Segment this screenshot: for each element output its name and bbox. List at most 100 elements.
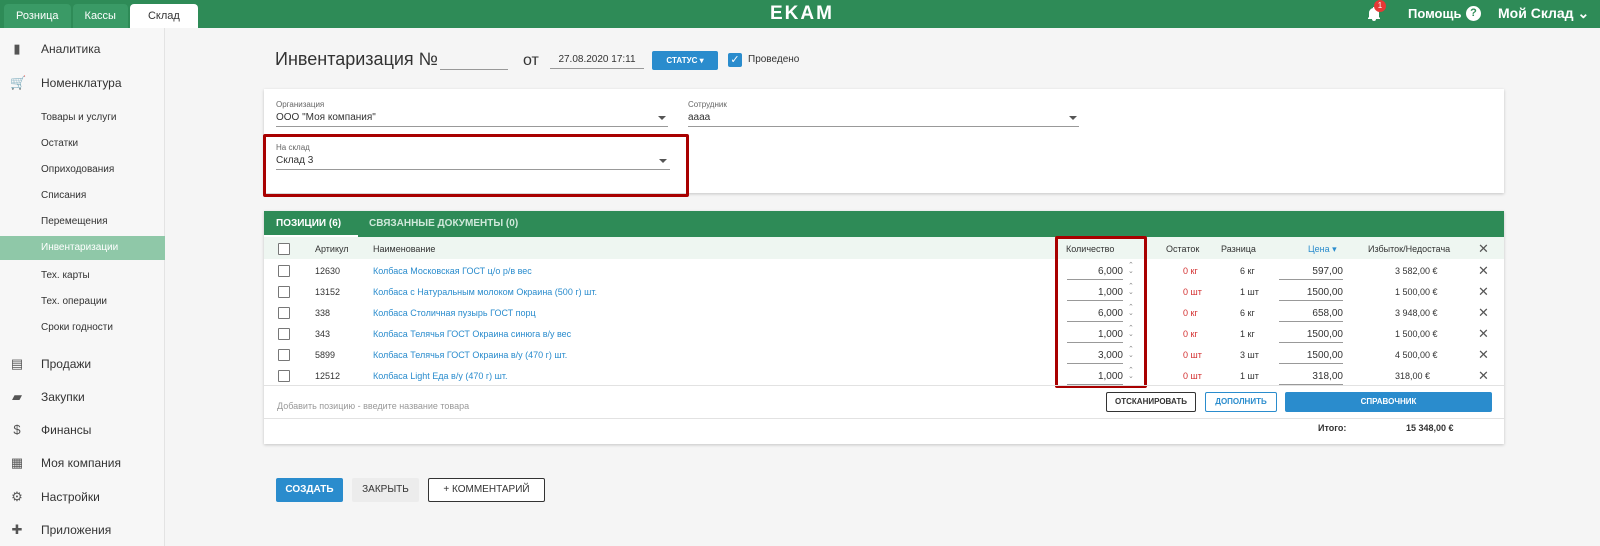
clear-all-icon[interactable]: ✕ (1478, 241, 1489, 257)
row-checkbox[interactable] (278, 328, 290, 340)
row-rest: 0 кг (1183, 329, 1198, 339)
gear-icon: ⚙ (11, 489, 23, 504)
account-menu[interactable]: Мой Склад ⌄ (1498, 5, 1589, 22)
delete-row-icon[interactable]: ✕ (1478, 284, 1489, 300)
row-name-link[interactable]: Колбаса Телячья ГОСТ Окраина в/у (470 г)… (373, 350, 567, 360)
sidebar-item-label: Финансы (41, 423, 92, 437)
col-name: Наименование (373, 244, 436, 254)
delete-row-icon[interactable]: ✕ (1478, 326, 1489, 342)
price-input[interactable]: 318,00 (1279, 371, 1343, 385)
posted-label: Проведено (748, 54, 800, 65)
row-checkbox[interactable] (278, 265, 290, 277)
caret-down-icon: ▾ (699, 56, 704, 65)
sidebar-sub-writeoffs[interactable]: Списания (0, 184, 165, 208)
sidebar-item-purchases[interactable]: ▰ Закупки (0, 388, 165, 406)
row-rest: 0 шт (1183, 350, 1202, 360)
status-button[interactable]: СТАТУС ▾ (652, 51, 718, 70)
price-input[interactable]: 658,00 (1279, 308, 1343, 322)
from-label: от (523, 52, 539, 69)
doc-number-field[interactable] (440, 69, 508, 70)
plus-icon: + (443, 484, 450, 495)
sidebar-sub-receipts[interactable]: Оприходования (0, 158, 165, 182)
price-input[interactable]: 597,00 (1279, 266, 1343, 280)
row-name-link[interactable]: Колбаса с Натуральным молоком Окраина (5… (373, 287, 597, 297)
delete-row-icon[interactable]: ✕ (1478, 368, 1489, 384)
price-input[interactable]: 1500,00 (1279, 350, 1343, 364)
employee-select[interactable]: аааа (688, 112, 1079, 127)
sidebar-item-company[interactable]: ▦ Моя компания (0, 454, 165, 472)
org-select[interactable]: ООО "Моя компания" (276, 112, 668, 127)
create-button[interactable]: СОЗДАТЬ (276, 478, 343, 502)
tab-warehouse[interactable]: Склад (129, 4, 198, 28)
row-name-link[interactable]: Колбаса Московская ГОСТ ц/о р/в вес (373, 266, 532, 276)
delete-row-icon[interactable]: ✕ (1478, 263, 1489, 279)
store-icon: ▤ (10, 356, 24, 371)
sidebar-sub-goods[interactable]: Товары и услуги (0, 106, 165, 130)
help-icon[interactable]: ? (1466, 6, 1481, 21)
sidebar-item-settings[interactable]: ⚙ Настройки (0, 488, 165, 506)
col-article: Артикул (315, 244, 349, 254)
tab-related-docs[interactable]: СВЯЗАННЫЕ ДОКУМЕНТЫ (0) (369, 211, 518, 237)
row-checkbox[interactable] (278, 307, 290, 319)
sidebar-sub-tech-ops[interactable]: Тех. операции (0, 290, 165, 314)
col-price[interactable]: Цена ▾ (1308, 244, 1337, 255)
row-article: 5899 (315, 350, 336, 360)
row-checkbox[interactable] (278, 286, 290, 298)
sidebar-item-sales[interactable]: ▤ Продажи (0, 355, 165, 373)
building-icon: ▦ (10, 455, 24, 470)
date-field[interactable]: 27.08.2020 17:11 (550, 54, 644, 69)
row-surplus: 1 500,00 € (1395, 287, 1438, 297)
sidebar-sub-inventory[interactable]: Инвентаризации (0, 236, 165, 260)
row-name-link[interactable]: Колбаса Телячья ГОСТ Окраина синюга в/у … (373, 329, 571, 339)
tab-retail[interactable]: Розница (4, 4, 71, 28)
price-input[interactable]: 1500,00 (1279, 329, 1343, 343)
help-link[interactable]: Помощь (1408, 6, 1461, 21)
logo: EKAM (770, 3, 834, 24)
row-name-link[interactable]: Колбаса Light Еда в/у (470 г) шт. (373, 371, 507, 381)
tab-cash[interactable]: Кассы (72, 4, 128, 28)
delete-row-icon[interactable]: ✕ (1478, 305, 1489, 321)
row-rest: 0 шт (1183, 371, 1202, 381)
row-rest: 0 шт (1183, 287, 1202, 297)
row-surplus: 3 948,00 € (1395, 308, 1438, 318)
row-article: 13152 (315, 287, 341, 297)
posted-checkbox[interactable]: ✓ (728, 53, 742, 67)
sidebar-sub-tech-cards[interactable]: Тех. карты (0, 264, 165, 288)
sidebar-item-label: Приложения (41, 523, 112, 537)
select-all-checkbox[interactable] (278, 243, 290, 255)
row-diff: 1 кг (1240, 329, 1255, 339)
row-checkbox[interactable] (278, 349, 290, 361)
tab-positions[interactable]: ПОЗИЦИИ (6) (276, 211, 341, 237)
highlight-box (1055, 236, 1147, 388)
sidebar-sub-expiry[interactable]: Сроки годности (0, 316, 165, 340)
comment-label: КОММЕНТАРИЙ (452, 484, 530, 495)
sidebar-item-label: Аналитика (41, 42, 101, 56)
row-checkbox[interactable] (278, 370, 290, 382)
sidebar-item-analytics[interactable]: ▮ Аналитика (0, 40, 165, 58)
sidebar-sub-transfers[interactable]: Перемещения (0, 210, 165, 234)
sidebar-item-finance[interactable]: $ Финансы (0, 421, 165, 439)
sidebar-item-apps[interactable]: ✚ Приложения (0, 521, 165, 539)
chevron-down-icon (658, 116, 666, 120)
sidebar-sub-stock[interactable]: Остатки (0, 132, 165, 156)
highlight-box (263, 134, 689, 197)
close-button[interactable]: ЗАКРЫТЬ (352, 478, 419, 502)
price-input[interactable]: 1500,00 (1279, 287, 1343, 301)
sidebar-item-nomenclature[interactable]: 🛒 Номенклатура (0, 74, 165, 92)
row-surplus: 1 500,00 € (1395, 329, 1438, 339)
catalog-button[interactable]: СПРАВОЧНИК (1285, 392, 1492, 412)
delete-row-icon[interactable]: ✕ (1478, 347, 1489, 363)
row-name-link[interactable]: Колбаса Столичная пузырь ГОСТ порц (373, 308, 536, 318)
row-article: 343 (315, 329, 331, 339)
divider (264, 385, 1504, 386)
scan-button[interactable]: ОТСКАНИРОВАТЬ (1106, 392, 1196, 412)
chart-icon: ▮ (13, 41, 21, 56)
add-position-input[interactable]: Добавить позицию - введите название това… (277, 401, 469, 411)
row-surplus: 4 500,00 € (1395, 350, 1438, 360)
fill-button[interactable]: ДОПОЛНИТЬ (1205, 392, 1277, 412)
puzzle-icon: ✚ (11, 522, 23, 537)
truck-icon: ▰ (12, 389, 22, 404)
add-comment-button[interactable]: + КОММЕНТАРИЙ (428, 478, 545, 502)
org-label: Организация (276, 100, 325, 109)
row-diff: 6 кг (1240, 266, 1255, 276)
